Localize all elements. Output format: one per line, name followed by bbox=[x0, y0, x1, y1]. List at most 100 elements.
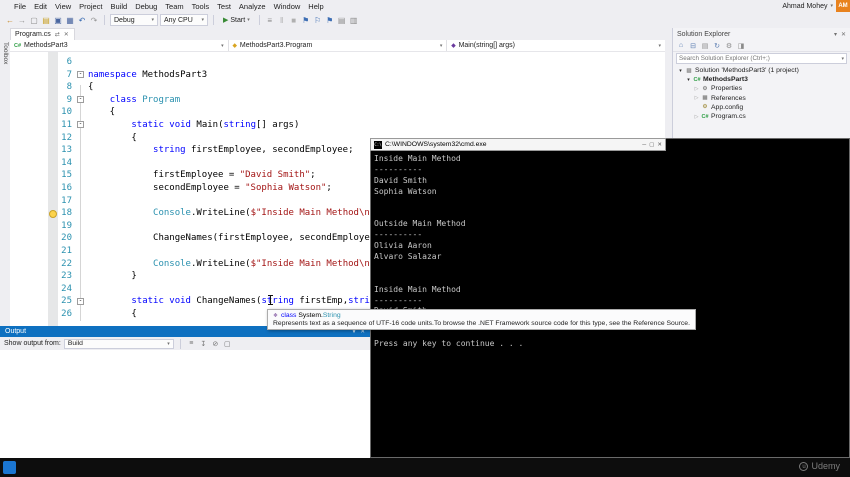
home-icon[interactable]: ⌂ bbox=[677, 42, 685, 49]
start-debugging-button[interactable]: ▶ Start ▾ bbox=[219, 16, 254, 25]
line-number: 21 bbox=[61, 245, 72, 256]
fold-toggle-icon[interactable]: - bbox=[77, 71, 84, 79]
expander-icon[interactable]: ▾ bbox=[685, 77, 692, 83]
open-file-icon[interactable]: ▤ bbox=[41, 16, 51, 25]
expander-icon[interactable]: ▷ bbox=[693, 95, 700, 101]
output-source-value: Build bbox=[67, 340, 83, 347]
properties-icon[interactable]: ⚙ bbox=[725, 42, 733, 50]
bottom-strip: u Udemy bbox=[0, 458, 850, 477]
goto-message-icon[interactable]: ↧ bbox=[199, 340, 208, 348]
expander-icon[interactable]: ▾ bbox=[677, 68, 684, 74]
message-list-icon[interactable]: ≡ bbox=[187, 340, 196, 348]
close-icon[interactable]: ✕ bbox=[657, 142, 662, 148]
class-icon: ◆ bbox=[232, 42, 237, 49]
stop-icon[interactable]: ■ bbox=[289, 16, 299, 25]
close-icon[interactable]: ✕ bbox=[841, 31, 846, 38]
search-input[interactable] bbox=[679, 55, 842, 62]
code-text: Console.WriteLine($"Inside Main Method\n bbox=[153, 208, 370, 219]
redo-icon[interactable]: ↷ bbox=[89, 16, 99, 25]
new-project-icon[interactable]: ▢ bbox=[29, 16, 39, 25]
fold-toggle-icon[interactable]: - bbox=[77, 96, 84, 104]
window-position-icon[interactable]: ▾ bbox=[834, 31, 837, 38]
avatar[interactable]: AM bbox=[836, 0, 850, 12]
solution-configuration-select[interactable]: Debug ▾ bbox=[110, 14, 158, 26]
lightbulb-icon[interactable] bbox=[49, 209, 57, 218]
navigate-forward-icon[interactable]: → bbox=[17, 16, 27, 25]
csharp-file-icon: C# bbox=[701, 113, 709, 120]
breadcrumb-type[interactable]: ◆ MethodsPart3.Program ▾ bbox=[229, 40, 448, 51]
close-tab-icon[interactable]: ✕ bbox=[63, 31, 70, 38]
console-window[interactable]: C:\ C:\WINDOWS\system32\cmd.exe ─ ▢ ✕ In… bbox=[370, 138, 850, 458]
chevron-down-icon: ▾ bbox=[841, 55, 844, 62]
clear-all-icon[interactable]: ⊘ bbox=[211, 340, 220, 348]
taskbar-app-icon[interactable] bbox=[3, 461, 16, 474]
signed-in-user[interactable]: Ahmad Mohey bbox=[782, 3, 827, 10]
maximize-icon[interactable]: ▢ bbox=[649, 142, 654, 148]
minimize-icon[interactable]: ─ bbox=[642, 142, 646, 148]
navigate-backward-icon[interactable]: ← bbox=[5, 16, 15, 25]
tree-item-label: References bbox=[711, 94, 746, 102]
solution-search-box[interactable]: ▾ bbox=[676, 53, 847, 64]
breadcrumb-project[interactable]: C# MethodsPart3 ▾ bbox=[10, 40, 229, 51]
bookmark-icon[interactable]: ⚑ bbox=[301, 16, 311, 25]
output-source-select[interactable]: Build ▾ bbox=[63, 338, 174, 349]
menu-item-team[interactable]: Team bbox=[161, 2, 187, 11]
preview-icon[interactable]: ◨ bbox=[737, 42, 745, 50]
menu-item-view[interactable]: View bbox=[51, 2, 75, 11]
line-number: 13 bbox=[61, 145, 72, 156]
chevron-down-icon: ▾ bbox=[830, 3, 833, 9]
breadcrumb-member[interactable]: ◆ Main(string[] args) ▾ bbox=[447, 40, 665, 51]
console-titlebar[interactable]: C:\ C:\WINDOWS\system32\cmd.exe ─ ▢ ✕ bbox=[370, 138, 666, 151]
uncomment-icon[interactable]: ▥ bbox=[349, 16, 359, 25]
tree-item-project-methodspart3[interactable]: ▾ C# MethodsPart3 bbox=[673, 75, 850, 84]
menu-item-tools[interactable]: Tools bbox=[188, 2, 214, 11]
breadcrumb-label: MethodsPart3.Program bbox=[239, 42, 313, 49]
attach-icon[interactable]: ≡ bbox=[265, 16, 275, 25]
break-all-icon[interactable]: ‖ bbox=[277, 16, 287, 25]
menu-item-project[interactable]: Project bbox=[75, 2, 106, 11]
line-number: 20 bbox=[61, 233, 72, 244]
tab-program-cs[interactable]: Program.cs ⇄ ✕ bbox=[10, 28, 75, 40]
solution-platform-select[interactable]: Any CPU ▾ bbox=[160, 14, 208, 26]
fold-toggle-icon[interactable]: - bbox=[77, 297, 84, 305]
menu-item-debug[interactable]: Debug bbox=[131, 2, 161, 11]
line-number: 19 bbox=[61, 220, 72, 231]
tree-item-properties[interactable]: ▷ ⚙ Properties bbox=[673, 84, 850, 93]
word-wrap-icon[interactable]: ▢ bbox=[223, 340, 232, 348]
tree-item-references[interactable]: ▷ ▦ References bbox=[673, 94, 850, 103]
save-icon[interactable]: ▣ bbox=[53, 16, 63, 25]
line-number: 10 bbox=[61, 107, 72, 118]
chevron-down-icon: ▾ bbox=[221, 42, 224, 49]
expander-icon[interactable]: ▷ bbox=[693, 114, 700, 120]
text-cursor bbox=[267, 295, 274, 305]
collapse-all-icon[interactable]: ⊟ bbox=[689, 42, 697, 50]
undo-icon[interactable]: ↶ bbox=[77, 16, 87, 25]
console-line: ---------- bbox=[374, 164, 423, 174]
prev-bookmark-icon[interactable]: ⚐ bbox=[313, 16, 323, 25]
tree-item-app-config[interactable]: ⚙ App.config bbox=[673, 103, 850, 112]
code-text: ChangeNames(firstEmployee, secondEmploye bbox=[88, 233, 370, 244]
fold-toggle-icon[interactable]: - bbox=[77, 121, 84, 129]
menu-item-edit[interactable]: Edit bbox=[30, 2, 51, 11]
solution-explorer-header: Solution Explorer ▾ ✕ bbox=[673, 28, 850, 40]
show-all-files-icon[interactable]: ▤ bbox=[701, 42, 709, 50]
menu-item-file[interactable]: File bbox=[10, 2, 30, 11]
float-tab-icon[interactable]: ⇄ bbox=[54, 31, 61, 38]
tree-item-program-cs[interactable]: ▷ C# Program.cs bbox=[673, 112, 850, 121]
save-all-icon[interactable]: ▦ bbox=[65, 16, 75, 25]
next-bookmark-icon[interactable]: ⚑ bbox=[325, 16, 335, 25]
menu-item-build[interactable]: Build bbox=[107, 2, 132, 11]
comment-icon[interactable]: ▤ bbox=[337, 16, 347, 25]
menu-item-help[interactable]: Help bbox=[304, 2, 327, 11]
line-number: 15 bbox=[61, 170, 72, 181]
menu-item-test[interactable]: Test bbox=[213, 2, 235, 11]
csharp-project-icon: C# bbox=[693, 76, 701, 83]
visual-studio-window: File Edit View Project Build Debug Team Tools Te… bbox=[0, 0, 850, 477]
menu-item-analyze[interactable]: Analyze bbox=[235, 2, 270, 11]
output-icons: ≡ ↧ ⊘ ▢ bbox=[187, 340, 232, 348]
toolbar-separator bbox=[213, 15, 214, 25]
expander-icon[interactable]: ▷ bbox=[693, 86, 700, 92]
refresh-icon[interactable]: ↻ bbox=[713, 42, 721, 50]
tree-item-solution[interactable]: ▾ ▨ Solution 'MethodsPart3' (1 project) bbox=[673, 66, 850, 75]
menu-item-window[interactable]: Window bbox=[270, 2, 305, 11]
